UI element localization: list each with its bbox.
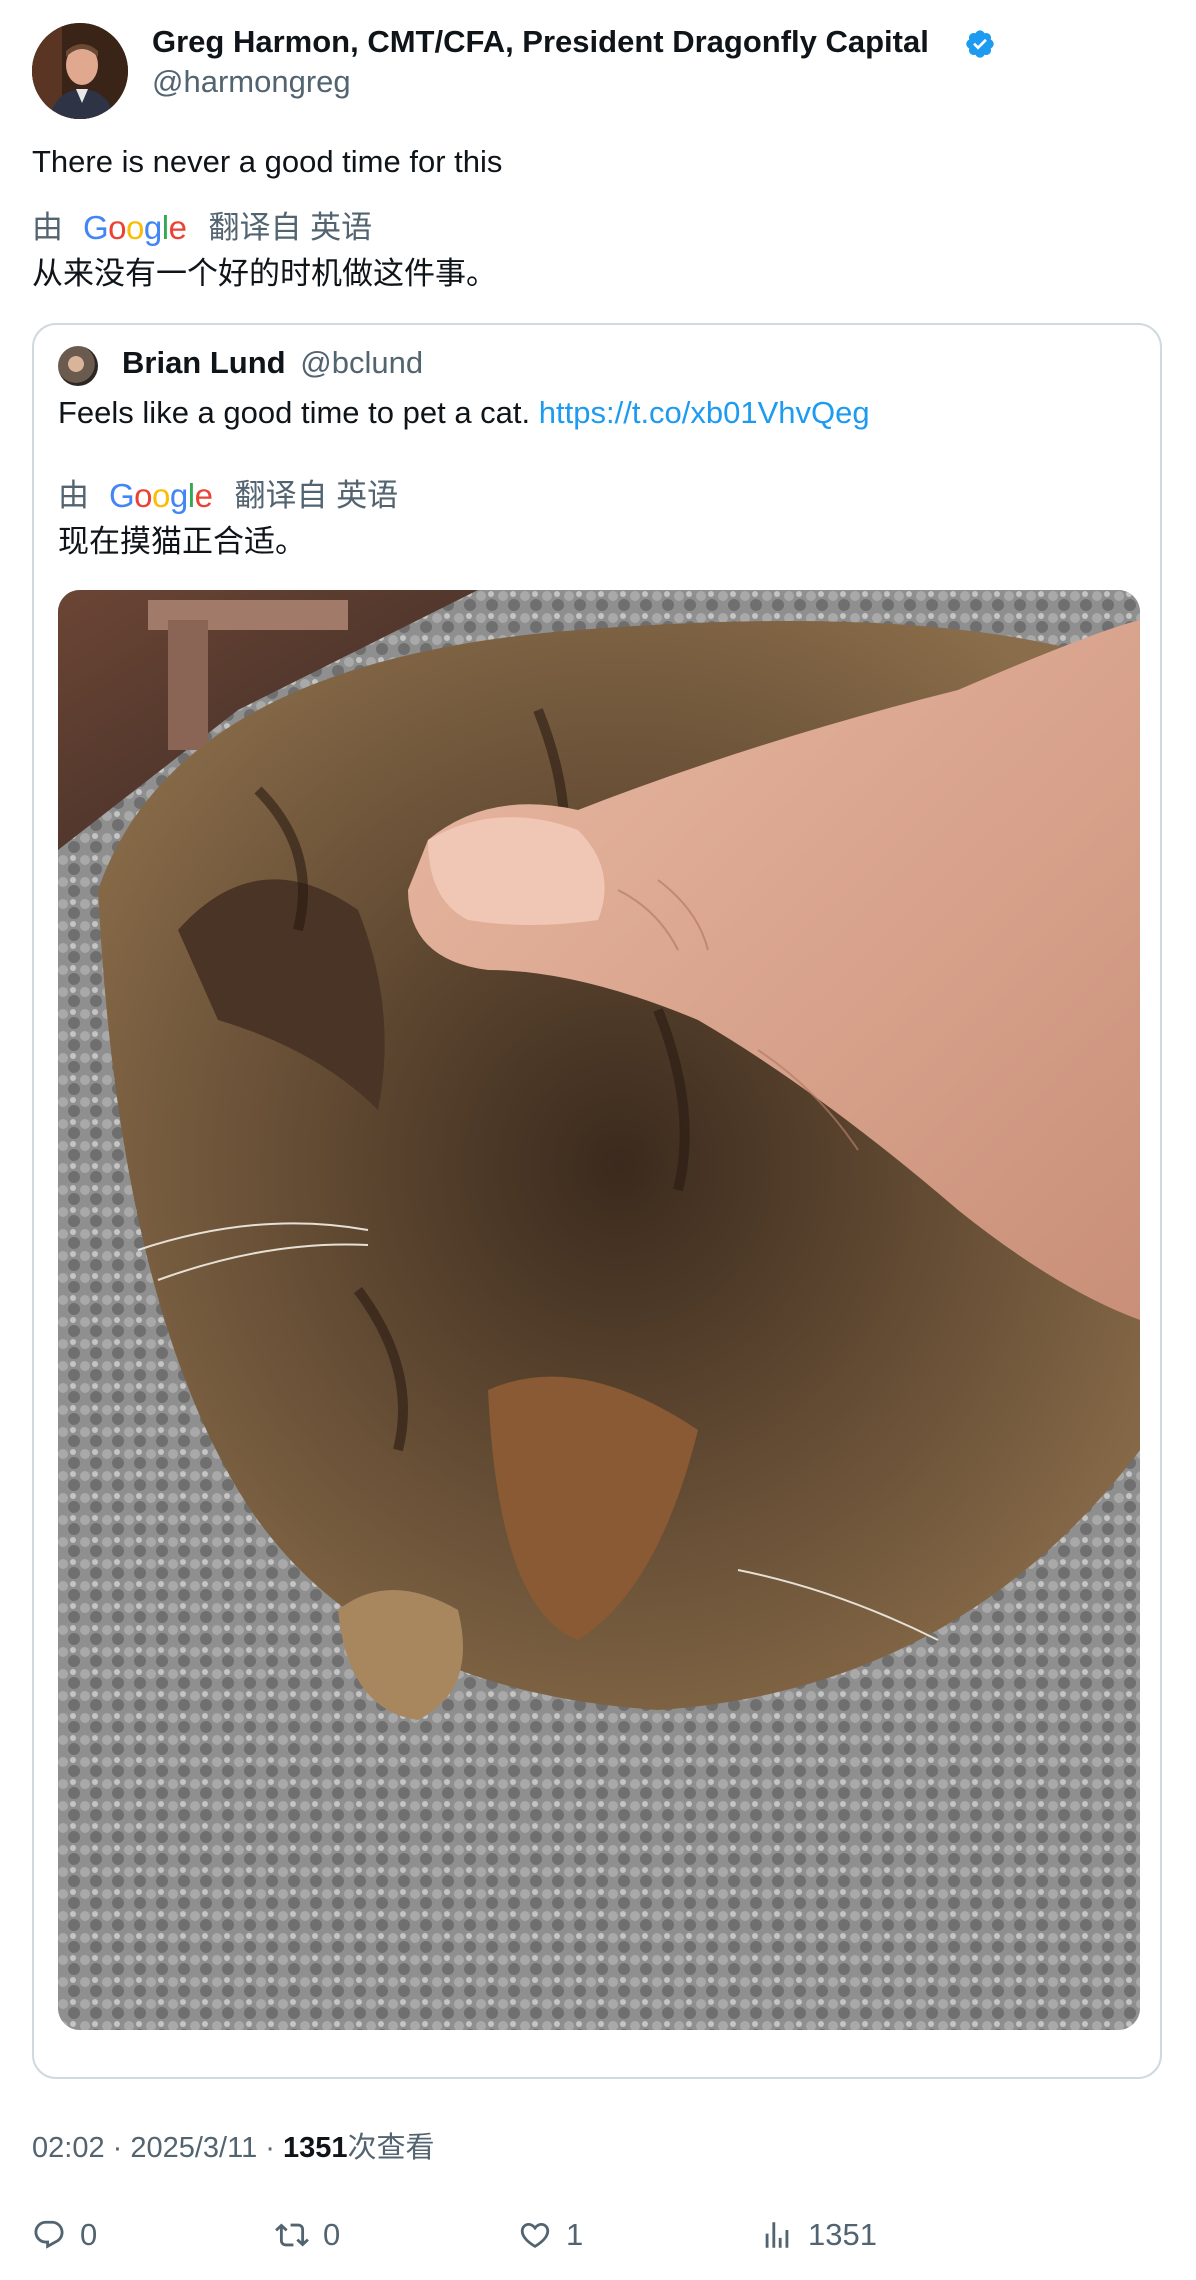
views-label: 次查看 xyxy=(347,2132,435,2164)
views-count: 1351 xyxy=(282,2132,348,2164)
reply-icon xyxy=(34,2220,64,2249)
like-button[interactable]: 1 xyxy=(518,2214,583,2256)
quoted-author-avatar xyxy=(58,346,98,386)
analytics-icon xyxy=(765,2222,789,2248)
cat-photo-illustration xyxy=(58,590,1140,2030)
tweet-time-date: 02:02 · 2025/3/11 · xyxy=(32,2132,283,2164)
quoted-translated-text: 现在摸猫正合适。 xyxy=(58,524,306,559)
quoted-text-body: Feels like a good time to pet a cat. xyxy=(58,395,531,430)
quoted-author: Brian Lund @bclund xyxy=(122,343,423,383)
retweet-button[interactable]: 0 xyxy=(275,2214,340,2256)
tweet-timestamp[interactable]: 02:02 · 2025/3/11 · 1351次查看 xyxy=(32,2128,435,2168)
like-count: 1 xyxy=(566,2217,584,2252)
quoted-tweet-photo[interactable] xyxy=(58,590,1140,2030)
tweet-actions-bar: 0 0 1 1351 xyxy=(32,2214,1172,2256)
avatar-portrait xyxy=(32,23,128,119)
tweet-text: There is never a good time for this xyxy=(32,144,503,179)
google-logo-icon: Google xyxy=(109,477,213,514)
views-action-count: 1351 xyxy=(808,2217,877,2252)
quoted-tweet-link[interactable]: https://t.co/xb01VhvQeg xyxy=(539,395,870,430)
quoted-translation-attribution: 由 Google 翻译自 英语 xyxy=(58,476,398,516)
quoted-translate-from-label: 翻译自 英语 xyxy=(234,478,399,513)
translation-attribution: 由 Google 翻译自 英语 xyxy=(32,208,372,248)
reply-button[interactable]: 0 xyxy=(32,2214,97,2256)
reply-count: 0 xyxy=(80,2217,98,2252)
verified-badge-icon xyxy=(966,30,994,58)
author-avatar[interactable] xyxy=(32,23,128,119)
translate-by-label: 由 xyxy=(32,210,63,245)
google-logo-icon: Google xyxy=(83,209,187,246)
quoted-author-name: Brian Lund xyxy=(122,345,286,380)
author-handle[interactable]: @harmongreg xyxy=(152,62,351,102)
quoted-author-handle: @bclund xyxy=(300,345,424,380)
retweet-icon xyxy=(275,2223,309,2247)
translate-from-label: 翻译自 英语 xyxy=(208,210,373,245)
translated-text: 从来没有一个好的时机做这件事。 xyxy=(32,256,497,291)
views-button[interactable]: 1351 xyxy=(760,2214,877,2256)
author-name[interactable]: Greg Harmon, CMT/CFA, President Dragonfl… xyxy=(152,22,929,62)
retweet-count: 0 xyxy=(323,2217,341,2252)
heart-icon xyxy=(520,2222,550,2248)
quoted-tweet-text: Feels like a good time to pet a cat. htt… xyxy=(58,393,870,433)
quoted-translate-by-label: 由 xyxy=(58,478,89,513)
